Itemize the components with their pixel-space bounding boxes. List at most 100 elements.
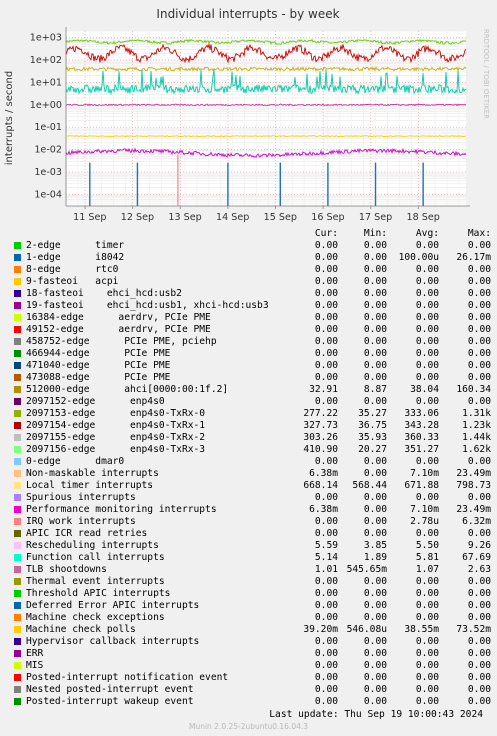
legend-row: ERR 0.00 0.00 0.00 0.00 xyxy=(14,648,494,660)
legend-row: Function call interrupts 5.14 1.89 5.81 67.6… xyxy=(14,552,494,564)
legend-max: 6.32m xyxy=(462,516,491,527)
legend-row: Non-maskable interrupts 6.38m 0.00 7.10m 23.… xyxy=(14,468,494,480)
legend-max: 0.00 xyxy=(467,456,491,467)
legend-swatch xyxy=(14,530,21,537)
legend-max: 0.00 xyxy=(467,264,491,275)
legend-label: Deferred Error APIC interrupts xyxy=(26,600,200,611)
legend-label: 512000-edge ahci[0000:00:1f.2] xyxy=(26,384,229,395)
legend-row: Spurious interrupts 0.00 0.00 0.00 0.00 xyxy=(14,492,494,504)
legend-row: Posted-interrupt wakeup event 0.00 0.00 0.0… xyxy=(14,696,494,708)
y-tick-label: 1e+00 xyxy=(30,100,62,111)
legend-label: 1-edge i8042 xyxy=(26,252,125,263)
legend-max: 160.34 xyxy=(456,384,491,395)
x-tick-label: 16 Sep xyxy=(311,212,344,223)
legend-max: 26.17m xyxy=(456,252,491,263)
legend-label: 2097153-edge enp4s0-TxRx-0 xyxy=(26,408,206,419)
legend-label: 473088-edge PCIe PME xyxy=(26,372,171,383)
legend-swatch xyxy=(14,542,21,549)
legend-swatch xyxy=(14,566,21,573)
legend-row: 466944-edge PCIe PME 0.00 0.00 0.00 0.00 xyxy=(14,348,494,360)
legend-label: ERR xyxy=(26,648,44,659)
legend-max: 23.49m xyxy=(456,504,491,515)
legend-swatch xyxy=(14,458,21,465)
legend-label: Nested posted-interrupt event xyxy=(26,684,194,695)
legend-label: Machine check polls xyxy=(26,624,136,635)
legend-label: 2097155-edge enp4s0-TxRx-2 xyxy=(26,432,206,443)
legend-max: 0.00 xyxy=(467,576,491,587)
legend-swatch xyxy=(14,626,21,633)
legend-max: 0.00 xyxy=(467,648,491,659)
legend-label: Spurious interrupts xyxy=(26,492,136,503)
header-max: Max: xyxy=(467,228,491,239)
legend-max: 0.00 xyxy=(467,672,491,683)
legend-swatch xyxy=(14,338,21,345)
legend-row: 471040-edge PCIe PME 0.00 0.00 0.00 0.00 xyxy=(14,360,494,372)
legend-row: 2097154-edge enp4s0-TxRx-1 327.73 36.75 343… xyxy=(14,420,494,432)
legend-max: 0.00 xyxy=(467,600,491,611)
legend-max: 0.00 xyxy=(467,288,491,299)
legend-label: 2097152-edge enp4s0 xyxy=(26,396,165,407)
legend-row: 1-edge i8042 0.00 0.00 100.00u 26.17m xyxy=(14,252,494,264)
legend-swatch xyxy=(14,614,21,621)
legend-row: 0-edge dmar0 0.00 0.00 0.00 0.00 xyxy=(14,456,494,468)
legend-swatch xyxy=(14,554,21,561)
legend-swatch xyxy=(14,470,21,477)
legend-swatch xyxy=(14,638,21,645)
legend-label: MIS xyxy=(26,660,44,671)
legend-swatch xyxy=(14,698,21,705)
legend-swatch xyxy=(14,674,21,681)
legend-max: 0.00 xyxy=(467,396,491,407)
legend-max: 0.00 xyxy=(467,588,491,599)
legend-label: Local timer interrupts xyxy=(26,480,154,491)
legend-row: Machine check exceptions 0.00 0.00 0.00 0.00 xyxy=(14,612,494,624)
y-tick-label: 1e-01 xyxy=(34,122,62,133)
legend-row: 473088-edge PCIe PME 0.00 0.00 0.00 0.00 xyxy=(14,372,494,384)
legend-row: Nested posted-interrupt event 0.00 0.00 0.0… xyxy=(14,684,494,696)
legend-swatch xyxy=(14,326,21,333)
legend-max: 0.00 xyxy=(467,684,491,695)
legend-label: 49152-edge aerdrv, PCIe PME xyxy=(26,324,211,335)
legend-row: 16384-edge aerdrv, PCIe PME 0.00 0.00 0.00 0… xyxy=(14,312,494,324)
legend-swatch xyxy=(14,482,21,489)
legend-swatch xyxy=(14,602,21,609)
legend-max: 2.63 xyxy=(467,564,491,575)
legend-max: 0.00 xyxy=(467,300,491,311)
legend-row: 19-fasteoi ehci_hcd:usb1, xhci-hcd:usb3 0… xyxy=(14,300,494,312)
legend-label: Posted-interrupt wakeup event xyxy=(26,696,194,707)
legend-row: Local timer interrupts 668.14 568.44 671.88… xyxy=(14,480,494,492)
legend-row: 2-edge timer 0.00 0.00 0.00 0.00 xyxy=(14,240,494,252)
legend-swatch xyxy=(14,434,21,441)
legend-row: 2097153-edge enp4s0-TxRx-0 277.22 35.27 333… xyxy=(14,408,494,420)
legend-rows: 2-edge timer 0.00 0.00 0.00 0.00 1-edge i8042… xyxy=(14,240,494,708)
munin-version: Munin 2.0.25-2ubuntu0.16.04.3 xyxy=(188,722,309,731)
legend-row: MIS 0.00 0.00 0.00 0.00 xyxy=(14,660,494,672)
legend-row: Threshold APIC interrupts 0.00 0.00 0.00 0.0… xyxy=(14,588,494,600)
legend-row: Thermal event interrupts 0.00 0.00 0.00 0.00 xyxy=(14,576,494,588)
rrdtool-credit: RRDTOOL / TOBI OETIKER xyxy=(482,29,490,119)
legend-swatch xyxy=(14,386,21,393)
legend-swatch xyxy=(14,578,21,585)
legend-swatch xyxy=(14,302,21,309)
legend-label: Posted-interrupt notification event xyxy=(26,672,229,683)
legend-row: 8-edge rtc0 0.00 0.00 0.00 0.00 xyxy=(14,264,494,276)
x-tick-label: 14 Sep xyxy=(216,212,249,223)
legend-max: 1.44k xyxy=(462,432,491,443)
legend-label: 471040-edge PCIe PME xyxy=(26,360,171,371)
legend-max: 0.00 xyxy=(467,324,491,335)
legend-max: 0.00 xyxy=(467,612,491,623)
legend-label: Performance monitoring interrupts xyxy=(26,504,217,515)
legend-label: 16384-edge aerdrv, PCIe PME xyxy=(26,312,211,323)
legend-label: 2097154-edge enp4s0-TxRx-1 xyxy=(26,420,206,431)
legend-max: 0.00 xyxy=(467,348,491,359)
legend-swatch xyxy=(14,494,21,501)
legend-label: Hypervisor callback interrupts xyxy=(26,636,200,647)
legend-label: 19-fasteoi ehci_hcd:usb1, xhci-hcd:usb3 xyxy=(26,300,269,311)
legend-row: Posted-interrupt notification event 0.00 0… xyxy=(14,672,494,684)
y-tick-label: 1e+03 xyxy=(30,33,62,44)
interrupts-chart: 1e+03 1e+02 1e+01 1e+00 1e-01 1e-02 1e-03 1e-04… xyxy=(4,7,490,223)
legend-swatch xyxy=(14,290,21,297)
x-tick-label: 11 Sep xyxy=(73,212,106,223)
legend-header: Cur: Min: Avg: Max: xyxy=(14,228,494,240)
legend-row: 9-fasteoi acpi 0.00 0.00 0.00 0.00 xyxy=(14,276,494,288)
legend-label: 2-edge timer xyxy=(26,240,125,251)
